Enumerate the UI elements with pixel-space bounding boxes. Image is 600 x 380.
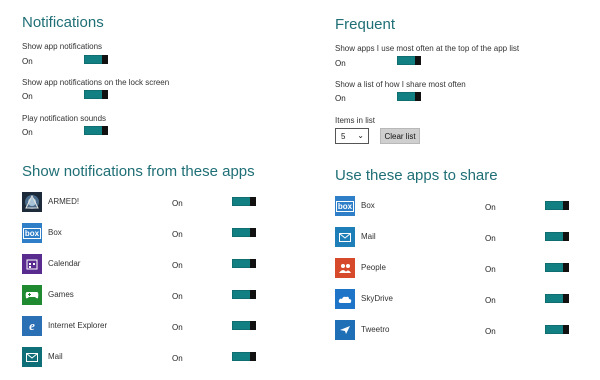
list-item-app-box[interactable]: box Box On (22, 223, 282, 247)
list-item-app-internet-explorer[interactable]: e Internet Explorer On (22, 316, 282, 340)
armed-notifications-toggle[interactable] (232, 197, 256, 206)
setting-lock-screen-notifications-state: On (22, 92, 33, 101)
setting-notification-sounds-state: On (22, 128, 33, 137)
chevron-down-icon: ⌄ (357, 131, 364, 140)
app-state: On (172, 230, 183, 239)
app-state: On (485, 296, 496, 305)
app-state: On (485, 234, 496, 243)
box-app-icon: box (335, 196, 355, 216)
mail-app-icon (22, 347, 42, 367)
armed-app-icon (22, 192, 42, 212)
app-name: Box (361, 201, 375, 210)
mail-app-icon (335, 227, 355, 247)
share-apps-heading: Use these apps to share (335, 167, 498, 184)
items-in-list-select[interactable]: 5 ⌄ (335, 128, 369, 144)
setting-most-used-apps-label: Show apps I use most often at the top of… (335, 44, 520, 53)
app-state: On (172, 292, 183, 301)
clear-list-button[interactable]: Clear list (380, 128, 420, 144)
app-name: People (361, 263, 386, 272)
most-used-apps-toggle[interactable] (397, 56, 421, 65)
app-state: On (172, 261, 183, 270)
list-item-share-tweetro[interactable]: Tweetro On (335, 320, 590, 344)
tweetro-app-icon (335, 320, 355, 340)
mail-share-toggle[interactable] (545, 232, 569, 241)
setting-notification-sounds-label: Play notification sounds (22, 114, 107, 123)
mail-notifications-toggle[interactable] (232, 352, 256, 361)
box-notifications-toggle[interactable] (232, 228, 256, 237)
app-name: SkyDrive (361, 294, 394, 303)
items-in-list-value: 5 (341, 132, 346, 141)
list-item-share-people[interactable]: People On (335, 258, 590, 282)
app-name: Internet Explorer (48, 321, 108, 330)
app-state: On (485, 203, 496, 212)
setting-share-list-label: Show a list of how I share most often (335, 80, 466, 89)
internet-explorer-app-icon: e (22, 316, 42, 336)
app-name: Games (48, 290, 74, 299)
frequent-heading: Frequent (335, 16, 396, 33)
app-name: Tweetro (361, 325, 390, 334)
setting-show-app-notifications-label: Show app notifications (22, 42, 103, 51)
list-item-app-armed[interactable]: ARMED! On (22, 192, 282, 216)
list-item-app-mail[interactable]: Mail On (22, 347, 282, 371)
show-notifications-apps-heading: Show notifications from these apps (22, 163, 255, 180)
list-item-share-box[interactable]: box Box On (335, 196, 590, 220)
app-state: On (172, 199, 183, 208)
app-state: On (485, 265, 496, 274)
app-state: On (172, 323, 183, 332)
tweetro-share-toggle[interactable] (545, 325, 569, 334)
skydrive-app-icon (335, 289, 355, 309)
setting-share-list-state: On (335, 94, 346, 103)
internet-explorer-notifications-toggle[interactable] (232, 321, 256, 330)
app-name: Mail (48, 352, 63, 361)
calendar-notifications-toggle[interactable] (232, 259, 256, 268)
notifications-heading: Notifications (22, 14, 104, 31)
show-app-notifications-toggle[interactable] (84, 55, 108, 64)
app-state: On (485, 327, 496, 336)
games-app-icon (22, 285, 42, 305)
notification-sounds-toggle[interactable] (84, 126, 108, 135)
list-item-app-games[interactable]: Games On (22, 285, 282, 309)
app-name: Mail (361, 232, 376, 241)
games-notifications-toggle[interactable] (232, 290, 256, 299)
box-share-toggle[interactable] (545, 201, 569, 210)
calendar-app-icon (22, 254, 42, 274)
list-item-app-calendar[interactable]: Calendar On (22, 254, 282, 278)
share-list-toggle[interactable] (397, 92, 421, 101)
setting-lock-screen-notifications-label: Show app notifications on the lock scree… (22, 78, 170, 87)
list-item-share-mail[interactable]: Mail On (335, 227, 590, 251)
items-in-list-label: Items in list (335, 116, 376, 125)
app-name: Box (48, 228, 62, 237)
lock-screen-notifications-toggle[interactable] (84, 90, 108, 99)
people-share-toggle[interactable] (545, 263, 569, 272)
setting-show-app-notifications-state: On (22, 57, 33, 66)
app-state: On (172, 354, 183, 363)
list-item-share-skydrive[interactable]: SkyDrive On (335, 289, 590, 313)
skydrive-share-toggle[interactable] (545, 294, 569, 303)
box-app-icon: box (22, 223, 42, 243)
setting-most-used-apps-state: On (335, 59, 346, 68)
app-name: ARMED! (48, 197, 80, 206)
people-app-icon (335, 258, 355, 278)
app-name: Calendar (48, 259, 81, 268)
